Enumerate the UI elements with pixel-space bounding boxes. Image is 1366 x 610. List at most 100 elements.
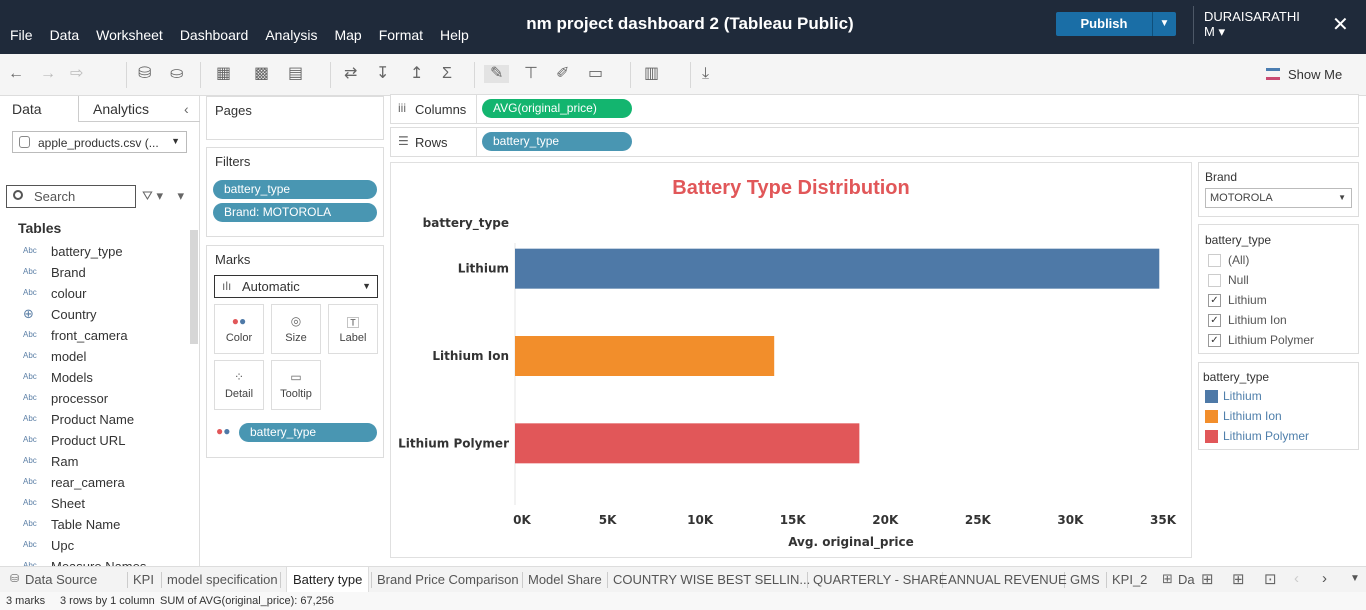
new-dashboard-icon[interactable]: ⊞: [1232, 570, 1245, 588]
field-item[interactable]: Abc Sheet: [0, 494, 190, 515]
new-worksheet-icon[interactable]: ⊞: [1201, 570, 1214, 588]
size-label: Size: [285, 332, 307, 344]
tooltip-button[interactable]: ▭ Tooltip: [271, 360, 321, 410]
sheet-tab[interactable]: model specification: [167, 572, 278, 587]
field-item[interactable]: ⊕ Country: [0, 305, 190, 326]
filter-option[interactable]: ✓ Lithium: [1208, 293, 1267, 307]
forward-icon[interactable]: →: [40, 65, 56, 83]
brand-filter-select[interactable]: MOTOROLA ▼: [1205, 188, 1352, 208]
checkbox-checked-icon[interactable]: ✓: [1208, 334, 1221, 347]
filter-option[interactable]: (All): [1208, 253, 1249, 267]
legend-item[interactable]: Lithium Polymer: [1205, 429, 1309, 443]
legend-item[interactable]: Lithium: [1205, 389, 1262, 403]
legend-item[interactable]: Lithium Ion: [1205, 409, 1282, 423]
scrollbar[interactable]: [190, 230, 198, 344]
share-icon[interactable]: ⤓: [702, 65, 709, 83]
sheet-tab[interactable]: Model Share: [528, 572, 602, 587]
tab-menu-icon[interactable]: ▼: [1350, 573, 1360, 584]
field-item[interactable]: Abc processor: [0, 389, 190, 410]
new-story-icon[interactable]: ⊡: [1264, 570, 1277, 588]
filter-pill-brand[interactable]: Brand: MOTOROLA: [213, 203, 377, 222]
clear-sheet-icon[interactable]: ▤: [288, 65, 303, 83]
filter-option-label: (All): [1228, 253, 1250, 267]
sheet-tab[interactable]: Da: [1178, 572, 1195, 587]
rows-pill[interactable]: battery_type: [482, 132, 632, 151]
sheet-tab[interactable]: QUARTERLY - SHARE: [813, 572, 947, 587]
sort-ascending-icon[interactable]: ↧: [376, 65, 389, 83]
swap-icon[interactable]: ⇄: [344, 65, 357, 83]
sort-descending-icon[interactable]: ↥: [410, 65, 423, 83]
checkbox-icon[interactable]: [1208, 254, 1221, 267]
color-pill-battery-type[interactable]: battery_type: [239, 423, 377, 442]
color-button[interactable]: ●● Color: [214, 304, 264, 354]
checkbox-checked-icon[interactable]: ✓: [1208, 314, 1221, 327]
show-me-button[interactable]: Show Me: [1266, 67, 1342, 82]
mark-type-select[interactable]: ılı Automatic ▼: [214, 275, 378, 298]
field-name: processor: [51, 391, 109, 406]
field-item[interactable]: Abc Brand: [0, 263, 190, 284]
sheet-tab[interactable]: COUNTRY WISE BEST SELLIN...: [613, 572, 810, 587]
close-icon[interactable]: ✕: [1332, 12, 1349, 37]
tab-analytics[interactable]: Analytics: [93, 101, 149, 117]
string-type-icon: Abc: [23, 414, 37, 423]
checkbox-checked-icon[interactable]: ✓: [1208, 294, 1221, 307]
annotate-icon[interactable]: ✐: [556, 65, 569, 83]
sheet-tab[interactable]: KPI: [133, 572, 154, 587]
label-button[interactable]: 🅃 Label: [328, 304, 378, 354]
fit-icon[interactable]: ▭: [588, 65, 603, 83]
back-icon[interactable]: ←: [8, 65, 24, 83]
filter-pill-battery-type[interactable]: battery_type: [213, 180, 377, 199]
field-item[interactable]: Abc Product URL: [0, 431, 190, 452]
presentation-icon[interactable]: ▥: [644, 65, 659, 83]
field-item[interactable]: Abc rear_camera: [0, 473, 190, 494]
search-input[interactable]: Search: [6, 185, 136, 208]
field-item[interactable]: Abc colour: [0, 284, 190, 305]
checkbox-icon[interactable]: [1208, 274, 1221, 287]
detail-button[interactable]: ⁘ Detail: [214, 360, 264, 410]
duplicate-sheet-icon[interactable]: ▩: [254, 65, 269, 83]
publish-button[interactable]: Publish ▼: [1056, 12, 1176, 36]
redo-icon[interactable]: ⇨: [70, 65, 83, 83]
tab-data[interactable]: Data: [12, 101, 42, 117]
field-item[interactable]: Abc front_camera: [0, 326, 190, 347]
publish-dropdown-icon[interactable]: ▼: [1152, 12, 1176, 36]
size-button[interactable]: ◎ Size: [271, 304, 321, 354]
new-sheet-icon[interactable]: ▦: [216, 65, 231, 83]
field-item[interactable]: Abc Models: [0, 368, 190, 389]
field-item[interactable]: Abc battery_type: [0, 242, 190, 263]
sheet-tab[interactable]: KPI_2: [1112, 572, 1147, 587]
filter-option[interactable]: ✓ Lithium Ion: [1208, 313, 1287, 327]
x-tick-label: 10K: [687, 513, 714, 527]
chevron-left-icon[interactable]: ‹: [1294, 570, 1299, 587]
columns-pill[interactable]: AVG(original_price): [482, 99, 632, 118]
sheet-tab[interactable]: GMS: [1070, 572, 1100, 587]
field-item[interactable]: Abc Upc: [0, 536, 190, 557]
field-item[interactable]: Abc Product Name: [0, 410, 190, 431]
field-item[interactable]: Abc model: [0, 347, 190, 368]
filter-fields-icon[interactable]: ⛛ ▾ ▾: [142, 188, 184, 204]
toolbar: ← → ⇨ ⛁ ⛀ ▦ ▩ ▤ ⇄ ↧ ↥ Σ ✎ ⊤ ✐ ▭ ▥ ⤓ Show…: [0, 54, 1366, 96]
highlight-icon[interactable]: ✎: [484, 65, 510, 83]
sheet-tab[interactable]: Battery type: [286, 567, 370, 593]
field-name: Country: [51, 307, 97, 322]
filter-option[interactable]: ✓ Lithium Polymer: [1208, 333, 1314, 347]
divider: [1106, 572, 1107, 588]
pages-title: Pages: [215, 103, 252, 118]
field-item[interactable]: Abc Table Name: [0, 515, 190, 536]
field-name: Ram: [51, 454, 79, 469]
status-sum: SUM of AVG(original_price): 67,256: [160, 595, 335, 607]
datasource-select[interactable]: apple_products.csv (... ▼: [12, 131, 187, 153]
totals-icon[interactable]: Σ: [442, 65, 452, 83]
sheet-tab[interactable]: Data Source: [25, 572, 97, 587]
sheet-tab[interactable]: ANNUAL REVENUE: [948, 572, 1067, 587]
new-datasource-icon[interactable]: ⛁: [138, 65, 151, 83]
user-menu[interactable]: DURAISARATHI M ▾: [1204, 9, 1314, 39]
field-item[interactable]: Abc Ram: [0, 452, 190, 473]
collapse-pane-icon[interactable]: ‹: [184, 101, 189, 117]
divider: [522, 572, 523, 588]
chevron-right-icon[interactable]: ›: [1322, 570, 1327, 587]
labels-icon[interactable]: ⊤: [524, 65, 538, 83]
filter-option[interactable]: Null: [1208, 273, 1249, 287]
pause-updates-icon[interactable]: ⛀: [170, 65, 183, 83]
sheet-tab[interactable]: Brand Price Comparison: [377, 572, 519, 587]
